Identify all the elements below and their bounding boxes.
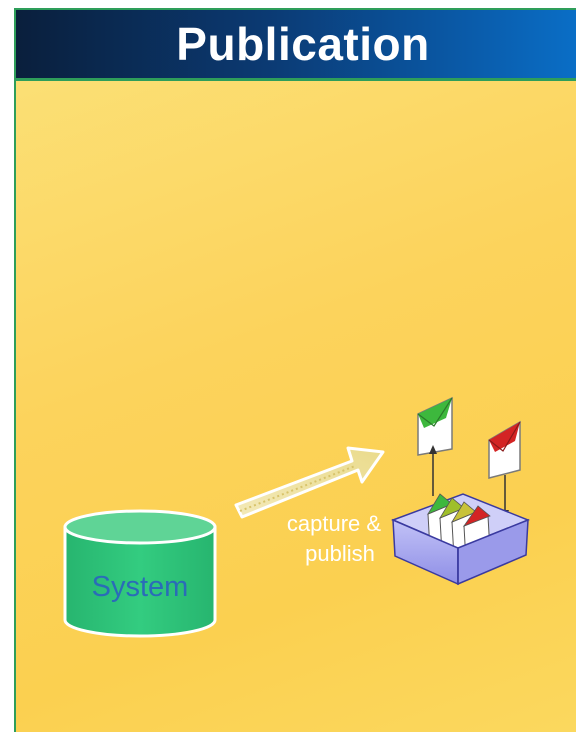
capture-publish-arrow [234,446,385,519]
outgoing-message-icon [417,396,453,456]
publish-label: publish [305,541,375,566]
slide: Publication System capture & publish [0,0,576,734]
up-arrow-icon [429,445,437,496]
capture-label: capture & [287,511,381,536]
system-label: System [92,571,189,603]
cylinder-top [63,509,217,545]
message-queue-icon [390,493,531,586]
publication-diagram: System capture & publish [63,396,531,638]
incoming-message-icon [488,420,521,479]
